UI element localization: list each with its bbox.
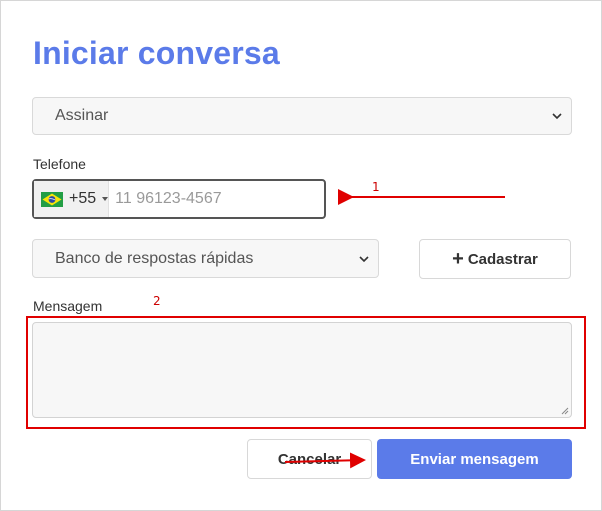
- dialog-title: Iniciar conversa: [33, 35, 280, 71]
- cancel-button[interactable]: Cancelar: [247, 439, 372, 479]
- plan-select-value: Assinar: [55, 107, 109, 124]
- annotation-marker-1: 1: [372, 180, 380, 194]
- annotation-marker-2: 2: [153, 294, 161, 308]
- register-button-label: Cadastrar: [467, 250, 538, 268]
- phone-field: +55: [32, 179, 326, 219]
- message-textarea[interactable]: [33, 323, 575, 421]
- country-code-selector[interactable]: +55: [34, 181, 110, 217]
- plan-select[interactable]: Assinar: [32, 97, 572, 135]
- chevron-down-icon: [359, 255, 369, 262]
- send-message-button[interactable]: Enviar mensagem: [377, 439, 572, 479]
- plus-icon: +: [452, 248, 464, 270]
- caret-down-icon: [102, 197, 109, 201]
- register-button[interactable]: + Cadastrar: [419, 239, 571, 279]
- quick-replies-value: Banco de respostas rápidas: [55, 249, 254, 267]
- start-conversation-dialog: Iniciar conversa Assinar Telefone +55 Ba…: [0, 0, 602, 511]
- resize-grip-icon[interactable]: [561, 407, 569, 415]
- phone-input[interactable]: [109, 180, 325, 218]
- chevron-down-icon: [552, 113, 562, 120]
- cancel-button-label: Cancelar: [277, 450, 342, 468]
- send-button-label: Enviar mensagem: [410, 450, 539, 468]
- quick-replies-select[interactable]: Banco de respostas rápidas: [32, 239, 379, 278]
- phone-label: Telefone: [33, 156, 86, 172]
- brazil-flag-icon: [41, 191, 63, 207]
- dial-code: +55: [69, 190, 97, 207]
- message-field: [32, 322, 575, 421]
- message-label: Mensagem: [33, 298, 103, 314]
